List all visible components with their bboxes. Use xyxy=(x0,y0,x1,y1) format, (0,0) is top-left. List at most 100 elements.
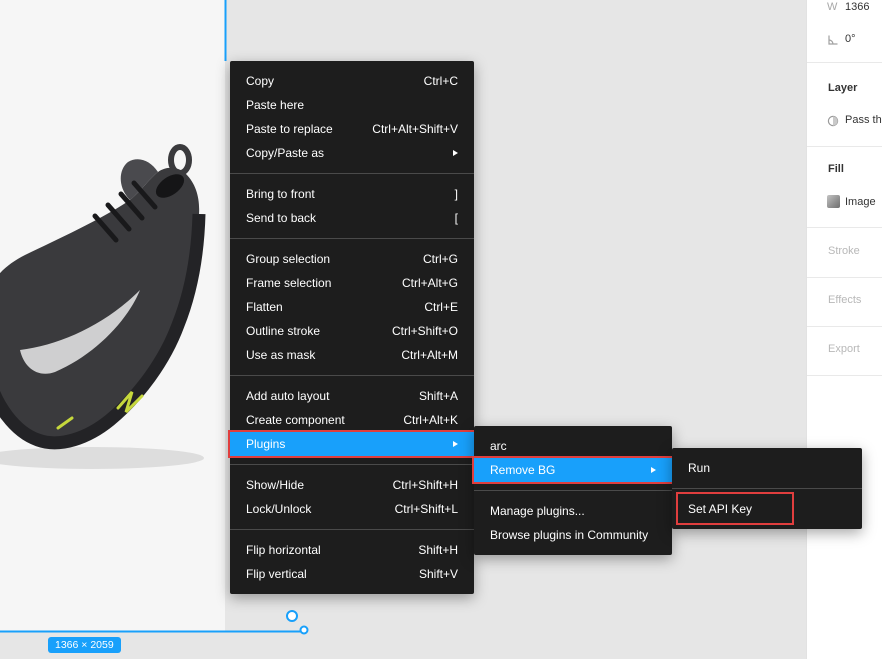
panel-divider xyxy=(807,146,882,147)
menu-item-label: Flip horizontal xyxy=(246,543,321,557)
menu-item-bring-to-front[interactable]: Bring to front] xyxy=(230,182,474,206)
menu-item-label: Outline stroke xyxy=(246,324,320,338)
menu-item-shortcut: Ctrl+Alt+K xyxy=(379,413,458,427)
blend-mode-row[interactable]: Pass th xyxy=(807,113,882,129)
menu-item-label: Paste to replace xyxy=(246,122,333,136)
fill-section-title: Fill xyxy=(828,163,844,175)
menu-separator xyxy=(230,367,474,384)
menu-item-remove-bg[interactable]: Remove BG xyxy=(474,458,672,482)
width-row: W 1366 xyxy=(807,0,882,16)
submenu-arrow-icon xyxy=(453,150,458,156)
menu-item-shortcut: Shift+H xyxy=(394,543,458,557)
menu-item-flatten[interactable]: Flatten Ctrl+E xyxy=(230,295,474,319)
menu-item-label: Group selection xyxy=(246,252,330,266)
menu-item-label: Lock/Unlock xyxy=(246,502,311,516)
menu-item-shortcut: Ctrl+Alt+Shift+V xyxy=(348,122,458,136)
rotation-input[interactable]: 0° xyxy=(845,33,856,45)
panel-divider xyxy=(807,375,882,376)
shoe-image[interactable] xyxy=(0,140,225,475)
menu-item-flip-horizontal[interactable]: Flip horizontal Shift+H xyxy=(230,538,474,562)
stroke-section-title: Stroke xyxy=(828,245,860,257)
fill-type-value[interactable]: Image xyxy=(845,196,876,208)
menu-item-label: Remove BG xyxy=(490,463,555,477)
submenu-arrow-icon xyxy=(651,467,656,473)
menu-item-label: Flip vertical xyxy=(246,567,307,581)
properties-panel: W 1366 0° Layer Pass th Fill Image Strok… xyxy=(806,0,882,659)
effects-section-title: Effects xyxy=(828,294,861,306)
menu-item-label: Browse plugins in Community xyxy=(490,528,648,542)
rotation-row: 0° xyxy=(807,32,882,48)
menu-item-label: Use as mask xyxy=(246,348,315,362)
selection-size-badge: 1366 × 2059 xyxy=(48,637,121,653)
menu-item-label: Plugins xyxy=(246,437,285,451)
menu-item-label: Set API Key xyxy=(688,502,752,516)
menu-item-shortcut: [ xyxy=(431,211,458,225)
menu-item-arc[interactable]: arc xyxy=(474,434,672,458)
menu-item-paste-to-replace[interactable]: Paste to replace Ctrl+Alt+Shift+V xyxy=(230,117,474,141)
menu-item-shortcut: Shift+A xyxy=(395,389,458,403)
menu-item-label: Frame selection xyxy=(246,276,331,290)
menu-item-show-hide[interactable]: Show/Hide Ctrl+Shift+H xyxy=(230,473,474,497)
menu-item-plugins[interactable]: Plugins xyxy=(230,432,474,456)
menu-item-label: Flatten xyxy=(246,300,283,314)
menu-item-paste-here[interactable]: Paste here xyxy=(230,93,474,117)
menu-separator xyxy=(230,521,474,538)
plugins-submenu: arc Remove BG Manage plugins... Browse plug… xyxy=(474,426,672,555)
menu-separator xyxy=(230,456,474,473)
width-input[interactable]: 1366 xyxy=(845,1,869,13)
rotation-angle-icon xyxy=(827,34,839,46)
menu-item-label: Send to back xyxy=(246,211,316,225)
menu-item-use-as-mask[interactable]: Use as mask Ctrl+Alt+M xyxy=(230,343,474,367)
menu-item-create-component[interactable]: Create component Ctrl+Alt+K xyxy=(230,408,474,432)
fill-image-thumbnail[interactable] xyxy=(827,195,840,208)
menu-item-group-selection[interactable]: Group selection Ctrl+G xyxy=(230,247,474,271)
menu-item-label: Create component xyxy=(246,413,345,427)
menu-item-label: Show/Hide xyxy=(246,478,304,492)
menu-item-label: Copy xyxy=(246,74,274,88)
export-section-title: Export xyxy=(828,343,860,355)
menu-item-frame-selection[interactable]: Frame selectionCtrl+Alt+G xyxy=(230,271,474,295)
menu-item-label: Run xyxy=(688,461,710,475)
menu-item-shortcut: Shift+V xyxy=(395,567,458,581)
canvas-frame[interactable] xyxy=(0,0,225,631)
panel-divider xyxy=(807,277,882,278)
fill-row[interactable]: Image xyxy=(807,195,882,211)
menu-item-label: arc xyxy=(490,439,507,453)
menu-item-label: Bring to front xyxy=(246,187,315,201)
menu-item-send-to-back[interactable]: Send to back [ xyxy=(230,206,474,230)
panel-divider xyxy=(807,326,882,327)
selection-corner-handle[interactable] xyxy=(301,627,308,634)
width-label: W xyxy=(827,1,837,13)
menu-item-shortcut: Ctrl+G xyxy=(399,252,458,266)
context-menu: CopyCtrl+C Paste here Paste to replace Ctrl… xyxy=(230,61,474,594)
selection-handle[interactable] xyxy=(287,611,297,621)
menu-item-copy[interactable]: CopyCtrl+C xyxy=(230,69,474,93)
menu-item-label: Paste here xyxy=(246,98,304,112)
menu-item-copy-paste-as[interactable]: Copy/Paste as xyxy=(230,141,474,165)
menu-item-shortcut: Ctrl+E xyxy=(400,300,458,314)
menu-item-label: Add auto layout xyxy=(246,389,329,403)
menu-separator xyxy=(672,480,862,497)
menu-item-manage-plugins[interactable]: Manage plugins... xyxy=(474,499,672,523)
menu-item-shortcut: Ctrl+Alt+M xyxy=(377,348,458,362)
menu-separator xyxy=(230,230,474,247)
menu-item-flip-vertical[interactable]: Flip vertical Shift+V xyxy=(230,562,474,586)
menu-item-run[interactable]: Run xyxy=(672,456,862,480)
menu-item-add-auto-layout[interactable]: Add auto layout Shift+A xyxy=(230,384,474,408)
panel-divider xyxy=(807,227,882,228)
menu-item-browse-plugins-in-community[interactable]: Browse plugins in Community xyxy=(474,523,672,547)
menu-item-set-api-key[interactable]: Set API Key xyxy=(672,497,862,521)
panel-divider xyxy=(807,62,882,63)
layer-section-title: Layer xyxy=(828,82,857,94)
menu-item-outline-stroke[interactable]: Outline strokeCtrl+Shift+O xyxy=(230,319,474,343)
submenu-arrow-icon xyxy=(453,441,458,447)
menu-item-lock-unlock[interactable]: Lock/Unlock Ctrl+Shift+L xyxy=(230,497,474,521)
menu-item-shortcut: ] xyxy=(431,187,458,201)
menu-item-shortcut: Ctrl+Shift+L xyxy=(371,502,458,516)
menu-separator xyxy=(230,165,474,182)
menu-item-shortcut: Ctrl+Shift+H xyxy=(369,478,458,492)
menu-item-label: Manage plugins... xyxy=(490,504,585,518)
blend-mode-icon xyxy=(827,115,839,127)
blend-mode-value[interactable]: Pass th xyxy=(845,114,882,126)
removebg-submenu: Run Set API Key xyxy=(672,448,862,529)
